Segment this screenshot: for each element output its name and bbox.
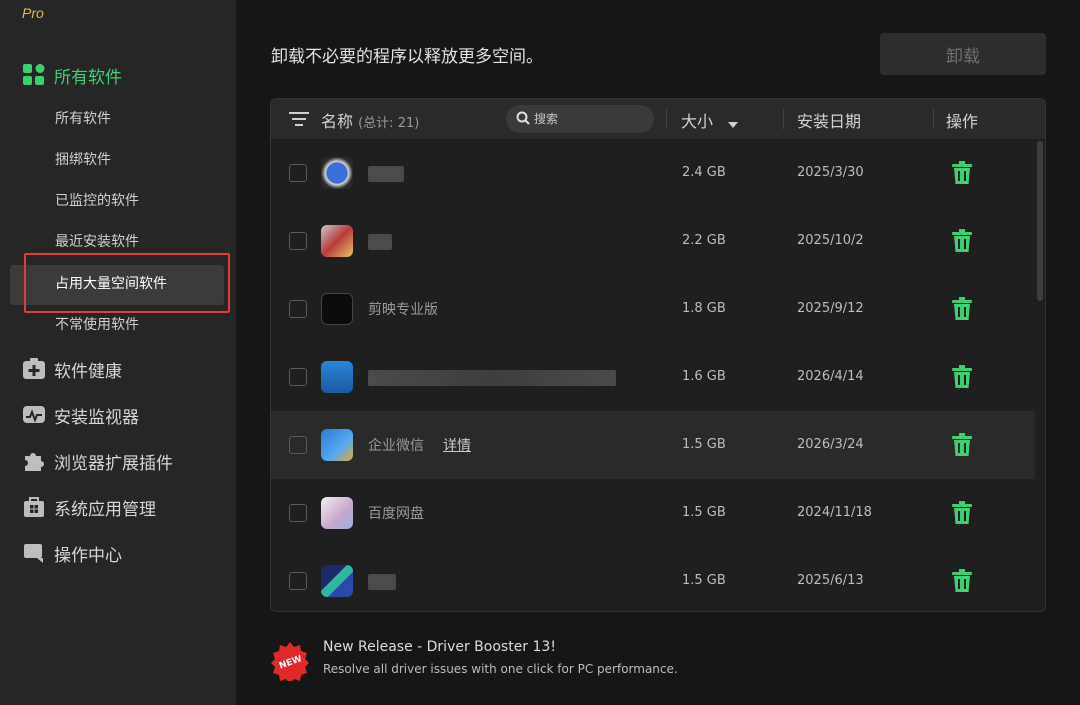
- app-name-redacted: [368, 574, 396, 590]
- install-date: 2026/3/24: [797, 437, 864, 452]
- app-name: 企业微信: [368, 438, 424, 454]
- row-checkbox[interactable]: [289, 504, 307, 522]
- trash-icon[interactable]: [951, 433, 973, 457]
- app-icon: [321, 225, 353, 257]
- table-row[interactable]: 百度网盘 1.5 GB 2024/11/18: [271, 479, 1035, 547]
- col-date-header[interactable]: 安装日期: [797, 108, 861, 132]
- header-divider: [666, 109, 667, 129]
- install-date: 2025/6/13: [797, 573, 864, 588]
- app-name-redacted: [368, 166, 404, 182]
- nav-all-software-label: 所有软件: [54, 67, 122, 88]
- row-checkbox[interactable]: [289, 436, 307, 454]
- software-table: 名称 (总计: 21) 大小 安装日期 操作 2.4: [270, 98, 1046, 612]
- uninstall-button[interactable]: 卸载: [880, 33, 1046, 75]
- table-row[interactable]: 1.5 GB 2025/6/13: [271, 547, 1035, 611]
- install-date: 2025/3/30: [797, 165, 864, 180]
- nav-action-center[interactable]: 操作中心: [22, 540, 122, 566]
- table-row[interactable]: 2.2 GB 2025/10/2: [271, 207, 1035, 275]
- nav-browser-extensions-label: 浏览器扩展插件: [54, 453, 173, 474]
- col-name-header[interactable]: 名称 (总计: 21): [321, 108, 419, 132]
- app-icon: [321, 565, 353, 597]
- windows-bag-icon: [22, 495, 46, 519]
- app-icon: [321, 293, 353, 325]
- row-checkbox[interactable]: [289, 572, 307, 590]
- app-size: 1.8 GB: [682, 301, 726, 316]
- trash-icon[interactable]: [951, 297, 973, 321]
- grid-icon: [22, 63, 46, 87]
- app-size: 1.6 GB: [682, 369, 726, 384]
- header-divider: [933, 109, 934, 129]
- nav-action-center-label: 操作中心: [54, 545, 122, 566]
- table-row[interactable]: 2.4 GB 2025/3/30: [271, 139, 1035, 207]
- details-link[interactable]: 详情: [443, 435, 471, 455]
- app-name: 剪映专业版: [368, 302, 438, 318]
- new-badge-icon[interactable]: NEW: [270, 641, 310, 684]
- col-size-header[interactable]: 大小: [681, 108, 739, 132]
- row-checkbox[interactable]: [289, 232, 307, 250]
- app-icon: [321, 429, 353, 461]
- search-box[interactable]: [506, 105, 654, 133]
- subnav-monitored[interactable]: 已监控的软件: [55, 190, 139, 212]
- row-checkbox[interactable]: [289, 164, 307, 182]
- table-row[interactable]: 1.6 GB 2026/4/14: [271, 343, 1035, 411]
- install-date: 2025/9/12: [797, 301, 864, 316]
- nav-software-health[interactable]: 软件健康: [22, 356, 122, 382]
- col-name-label: 名称: [321, 112, 354, 131]
- subnav-all[interactable]: 所有软件: [55, 108, 111, 130]
- page-headline: 卸载不必要的程序以释放更多空间。: [271, 47, 543, 67]
- nav-system-apps-label: 系统应用管理: [54, 499, 156, 520]
- subnav-rarely-used[interactable]: 不常使用软件: [55, 314, 139, 336]
- row-checkbox[interactable]: [289, 368, 307, 386]
- first-aid-icon: [22, 357, 46, 381]
- trash-icon[interactable]: [951, 501, 973, 525]
- app-size: 1.5 GB: [682, 437, 726, 452]
- sidebar: Pro 所有软件 所有软件 捆绑软件 已监控的软件 最近安装软件 占用大量空间软…: [0, 0, 236, 705]
- app-name-redacted: [368, 234, 392, 250]
- promo-title[interactable]: New Release - Driver Booster 13!: [323, 639, 556, 655]
- app-icon: [321, 361, 353, 393]
- search-input[interactable]: [534, 112, 644, 126]
- scrollbar-thumb[interactable]: [1037, 141, 1043, 301]
- nav-install-monitor-label: 安装监视器: [54, 407, 139, 428]
- promo-subtitle: Resolve all driver issues with one click…: [323, 662, 678, 676]
- header-divider: [783, 109, 784, 129]
- software-count: (总计: 21): [358, 116, 420, 131]
- app-icon: [321, 497, 353, 529]
- col-action-header: 操作: [946, 112, 979, 131]
- edition-label: Pro: [22, 5, 44, 21]
- trash-icon[interactable]: [951, 229, 973, 253]
- app-name: 百度网盘: [368, 506, 424, 522]
- nav-software-health-label: 软件健康: [54, 361, 122, 382]
- trash-icon[interactable]: [951, 365, 973, 389]
- install-date: 2024/11/18: [797, 505, 872, 520]
- nav-install-monitor[interactable]: 安装监视器: [22, 402, 139, 428]
- monitor-icon: [22, 403, 46, 427]
- col-size-label: 大小: [681, 112, 714, 131]
- subnav-bundled[interactable]: 捆绑软件: [55, 149, 111, 171]
- app-size: 2.4 GB: [682, 165, 726, 180]
- app-icon: [321, 157, 353, 189]
- subnav-recent[interactable]: 最近安装软件: [55, 231, 139, 253]
- search-icon: [516, 110, 530, 129]
- row-checkbox[interactable]: [289, 300, 307, 318]
- table-row[interactable]: 企业微信 详情 1.5 GB 2026/3/24: [271, 411, 1035, 479]
- nav-system-apps[interactable]: 系统应用管理: [22, 494, 156, 520]
- table-header: 名称 (总计: 21) 大小 安装日期 操作: [271, 99, 1045, 139]
- app-size: 1.5 GB: [682, 573, 726, 588]
- puzzle-icon: [22, 449, 46, 473]
- table-row[interactable]: 剪映专业版 1.8 GB 2025/9/12: [271, 275, 1035, 343]
- install-date: 2025/10/2: [797, 233, 864, 248]
- nav-all-software[interactable]: 所有软件: [22, 62, 122, 88]
- chat-icon: [22, 541, 46, 565]
- highlight-box: [24, 253, 230, 313]
- trash-icon[interactable]: [951, 569, 973, 593]
- sort-down-icon: [728, 113, 739, 132]
- trash-icon[interactable]: [951, 161, 973, 185]
- filter-icon[interactable]: [289, 110, 309, 132]
- app-name-redacted: [368, 370, 616, 386]
- app-size: 1.5 GB: [682, 505, 726, 520]
- install-date: 2026/4/14: [797, 369, 864, 384]
- nav-browser-extensions[interactable]: 浏览器扩展插件: [22, 448, 173, 474]
- app-size: 2.2 GB: [682, 233, 726, 248]
